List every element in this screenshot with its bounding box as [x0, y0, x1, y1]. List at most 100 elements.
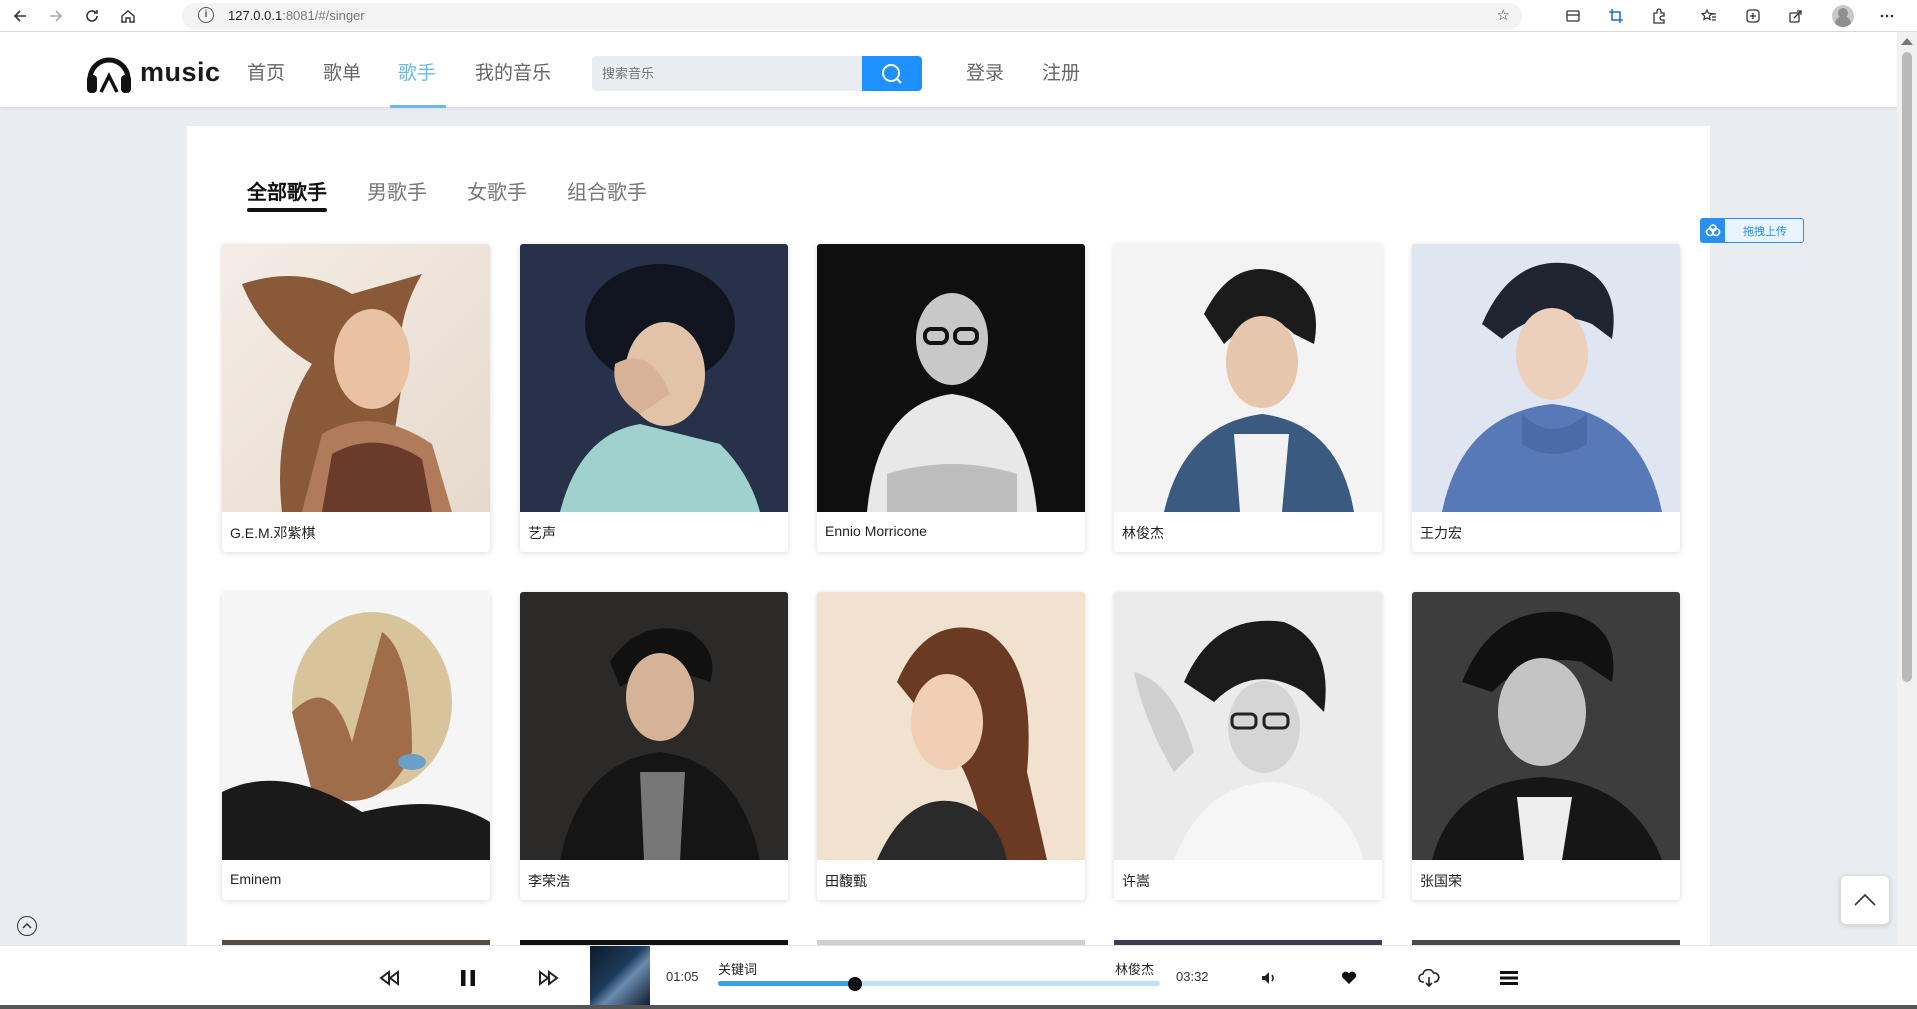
song-artist: 林俊杰	[1115, 962, 1155, 977]
heart-icon	[1341, 971, 1357, 984]
scroll-thumb[interactable]	[1902, 52, 1912, 682]
singer-name: 田馥甄	[825, 873, 867, 889]
singer-photo	[1412, 592, 1680, 860]
next-track-button[interactable]	[535, 966, 561, 990]
current-time: 01:05	[666, 969, 699, 984]
singer-name: 王力宏	[1420, 525, 1462, 541]
singer-name: 林俊杰	[1122, 525, 1164, 541]
reload-icon[interactable]	[82, 6, 102, 26]
info-icon[interactable]: i	[198, 7, 214, 23]
chevron-up-icon	[1854, 893, 1876, 906]
volume-icon	[1262, 972, 1274, 984]
tab-female-singers[interactable]: 女歌手	[467, 176, 527, 205]
singer-photo	[1412, 244, 1680, 512]
singer-card[interactable]: G.E.M.邓紫棋	[222, 244, 490, 552]
collections-plus-icon[interactable]	[1743, 6, 1763, 26]
upload-label: 拖拽上传	[1743, 225, 1787, 238]
favorite-star-icon[interactable]: ☆	[1497, 6, 1510, 24]
singer-photo	[1114, 592, 1382, 860]
nav-register[interactable]: 注册	[1042, 58, 1080, 85]
singer-photo	[520, 592, 788, 860]
browser-toolbar: i 127.0.0.1:8081/#/singer ☆	[0, 0, 1917, 32]
singer-card[interactable]: 李荣浩	[520, 592, 788, 900]
extensions-icon[interactable]	[1649, 6, 1669, 26]
singer-name: 许嵩	[1122, 873, 1150, 889]
fast-forward-icon	[539, 970, 559, 986]
singer-photo	[817, 592, 1085, 860]
site-logo[interactable]: music	[84, 49, 221, 95]
nav-playlists[interactable]: 歌单	[323, 58, 361, 85]
singer-photo	[1114, 244, 1382, 512]
singer-card[interactable]: 张国荣	[1412, 592, 1680, 900]
headphones-icon	[87, 57, 131, 93]
pause-icon	[461, 970, 475, 986]
singer-name: Ennio Morricone	[825, 523, 927, 539]
search-input[interactable]	[592, 56, 862, 91]
list-icon	[1500, 971, 1518, 985]
more-menu-icon[interactable]	[1877, 6, 1897, 26]
progress-handle[interactable]	[848, 977, 863, 991]
chevron-up-icon	[22, 923, 32, 929]
singer-card[interactable]: Ennio Morricone	[817, 244, 1085, 552]
drag-upload-widget[interactable]: 拖拽上传	[1700, 218, 1804, 243]
tab-male-singers[interactable]: 男歌手	[367, 176, 427, 205]
tab-active-indicator	[247, 208, 327, 212]
singer-card[interactable]: 王力宏	[1412, 244, 1680, 552]
singer-panel: 全部歌手 男歌手 女歌手 组合歌手 G.E.M.邓紫棋 艺声 Ennio Mor…	[187, 126, 1710, 960]
search-icon	[882, 63, 902, 84]
rewind-icon	[379, 970, 399, 986]
player-bottom-border	[0, 1005, 1917, 1009]
singer-card[interactable]: 林俊杰	[1114, 244, 1382, 552]
home-icon[interactable]	[118, 6, 138, 26]
tab-group-singers[interactable]: 组合歌手	[567, 176, 647, 205]
back-arrow-icon[interactable]	[10, 6, 30, 26]
playlist-button[interactable]	[1496, 966, 1522, 990]
pause-button[interactable]	[455, 966, 481, 990]
singer-photo	[520, 244, 788, 512]
progress-bar[interactable]	[718, 977, 1160, 991]
logo-text: music	[140, 56, 221, 87]
singer-photo	[222, 592, 490, 860]
singer-photo	[222, 244, 490, 512]
share-icon[interactable]	[1786, 6, 1806, 26]
singer-card[interactable]: 许嵩	[1114, 592, 1382, 900]
collections-icon[interactable]	[1563, 6, 1583, 26]
singer-card[interactable]: Eminem	[222, 592, 490, 900]
total-time: 03:32	[1176, 969, 1209, 984]
progress-fill	[718, 981, 856, 986]
cloud-upload-icon	[1701, 219, 1725, 242]
tab-all-singers[interactable]: 全部歌手	[247, 176, 327, 205]
previous-track-button[interactable]	[377, 966, 403, 990]
player-toggle-button[interactable]	[17, 916, 37, 936]
download-button[interactable]	[1416, 966, 1442, 990]
like-button[interactable]	[1336, 966, 1362, 990]
nav-active-indicator	[390, 105, 446, 108]
singer-name: 艺声	[528, 525, 556, 541]
screenshot-crop-icon[interactable]	[1606, 6, 1626, 26]
address-bar[interactable]: i 127.0.0.1:8081/#/singer ☆	[182, 3, 1522, 29]
nav-home[interactable]: 首页	[247, 58, 285, 85]
search-button[interactable]	[862, 56, 922, 91]
page-scrollbar[interactable]	[1897, 32, 1917, 945]
forward-arrow-icon[interactable]	[46, 6, 66, 26]
site-header: music 首页 歌单 歌手 我的音乐 登录 注册	[0, 32, 1897, 108]
scroll-up-arrow-icon[interactable]	[1901, 38, 1913, 45]
favorites-list-icon[interactable]	[1699, 6, 1719, 26]
singer-name: Eminem	[230, 871, 282, 887]
volume-button[interactable]	[1256, 966, 1282, 990]
cloud-download-icon	[1418, 969, 1440, 987]
singer-card[interactable]: 艺声	[520, 244, 788, 552]
nav-my-music[interactable]: 我的音乐	[475, 58, 551, 85]
album-cover[interactable]	[590, 946, 650, 1006]
music-player: 01:05 关键词 林俊杰 03:32	[0, 945, 1917, 1009]
singer-name: G.E.M.邓紫棋	[230, 525, 316, 541]
singer-card[interactable]: 田馥甄	[817, 592, 1085, 900]
singer-photo	[817, 244, 1085, 512]
back-to-top-button[interactable]	[1840, 875, 1890, 925]
url-text: 127.0.0.1:8081/#/singer	[228, 8, 365, 23]
profile-avatar[interactable]	[1832, 5, 1854, 27]
song-title: 关键词	[718, 962, 758, 977]
singer-name: 张国荣	[1420, 873, 1462, 889]
nav-login[interactable]: 登录	[966, 58, 1004, 85]
nav-singers[interactable]: 歌手	[398, 58, 436, 85]
